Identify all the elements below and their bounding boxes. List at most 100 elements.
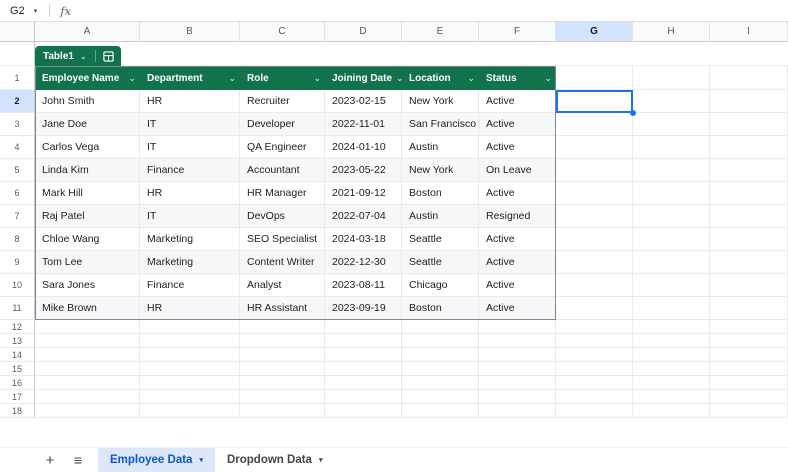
- cell-E6[interactable]: Boston: [402, 182, 479, 205]
- cell-I15[interactable]: [710, 362, 788, 376]
- cell-B3[interactable]: IT: [140, 113, 240, 136]
- cell-A11[interactable]: Mike Brown: [35, 297, 140, 320]
- cell-B7[interactable]: IT: [140, 205, 240, 228]
- cell-F2[interactable]: Active: [479, 90, 556, 113]
- cell-A17[interactable]: [35, 390, 140, 404]
- cell-B5[interactable]: Finance: [140, 159, 240, 182]
- cell-H10[interactable]: [633, 274, 710, 297]
- cell-H8[interactable]: [633, 228, 710, 251]
- cell-E18[interactable]: [402, 404, 479, 418]
- cell-E7[interactable]: Austin: [402, 205, 479, 228]
- sheet-tab-employee-data[interactable]: Employee Data ▾: [98, 447, 215, 472]
- row-header-13[interactable]: 13: [0, 334, 35, 348]
- cell-G3[interactable]: [556, 113, 633, 136]
- cell-B14[interactable]: [140, 348, 240, 362]
- row-header-18[interactable]: 18: [0, 404, 35, 418]
- row-header-11[interactable]: 11: [0, 297, 35, 320]
- column-header-C[interactable]: C: [240, 22, 325, 41]
- cell-D14[interactable]: [325, 348, 402, 362]
- cell-B10[interactable]: Finance: [140, 274, 240, 297]
- row-header-16[interactable]: 16: [0, 376, 35, 390]
- cell-C3[interactable]: Developer: [240, 113, 325, 136]
- row-header-15[interactable]: 15: [0, 362, 35, 376]
- cell-G4[interactable]: [556, 136, 633, 159]
- cell-I8[interactable]: [710, 228, 788, 251]
- cell-A12[interactable]: [35, 320, 140, 334]
- cell-D5[interactable]: 2023-05-22: [325, 159, 402, 182]
- chevron-down-icon[interactable]: ⌄: [228, 73, 236, 84]
- cell-C13[interactable]: [240, 334, 325, 348]
- column-header-F[interactable]: F: [479, 22, 556, 41]
- cell-G5[interactable]: [556, 159, 633, 182]
- cell-F7[interactable]: Resigned: [479, 205, 556, 228]
- cell-H12[interactable]: [633, 320, 710, 334]
- cell-A8[interactable]: Chloe Wang: [35, 228, 140, 251]
- select-all-corner[interactable]: [0, 22, 35, 41]
- cell-D15[interactable]: [325, 362, 402, 376]
- cell-G1[interactable]: [556, 66, 633, 90]
- cell-F18[interactable]: [479, 404, 556, 418]
- cell-H1[interactable]: [633, 66, 710, 90]
- formula-input[interactable]: [71, 0, 788, 21]
- cell-F11[interactable]: Active: [479, 297, 556, 320]
- cell-F4[interactable]: Active: [479, 136, 556, 159]
- cell-E14[interactable]: [402, 348, 479, 362]
- cell-G8[interactable]: [556, 228, 633, 251]
- cell-F10[interactable]: Active: [479, 274, 556, 297]
- cell-B13[interactable]: [140, 334, 240, 348]
- cell-F13[interactable]: [479, 334, 556, 348]
- cell-E11[interactable]: Boston: [402, 297, 479, 320]
- cell-B18[interactable]: [140, 404, 240, 418]
- cell-E9[interactable]: Seattle: [402, 251, 479, 274]
- cell-C8[interactable]: SEO Specialist: [240, 228, 325, 251]
- cell-E17[interactable]: [402, 390, 479, 404]
- cell-B1[interactable]: Department ⌄: [140, 66, 240, 90]
- cell-D2[interactable]: 2023-02-15: [325, 90, 402, 113]
- cell-D6[interactable]: 2021-09-12: [325, 182, 402, 205]
- chevron-down-icon[interactable]: ⌄: [128, 73, 136, 84]
- cell-F5[interactable]: On Leave: [479, 159, 556, 182]
- cell-E8[interactable]: Seattle: [402, 228, 479, 251]
- cell-B15[interactable]: [140, 362, 240, 376]
- table-name-chip[interactable]: Table1 ⌄: [35, 46, 121, 66]
- cell-A7[interactable]: Raj Patel: [35, 205, 140, 228]
- cell-B6[interactable]: HR: [140, 182, 240, 205]
- column-header-B[interactable]: B: [140, 22, 240, 41]
- cell-H18[interactable]: [633, 404, 710, 418]
- cell-C7[interactable]: DevOps: [240, 205, 325, 228]
- cell-D3[interactable]: 2022-11-01: [325, 113, 402, 136]
- row-header-7[interactable]: 7: [0, 205, 35, 228]
- cell-D10[interactable]: 2023-08-11: [325, 274, 402, 297]
- cell-C5[interactable]: Accountant: [240, 159, 325, 182]
- column-header-A[interactable]: A: [35, 22, 140, 41]
- row-header-8[interactable]: 8: [0, 228, 35, 251]
- cell-H9[interactable]: [633, 251, 710, 274]
- cell-I14[interactable]: [710, 348, 788, 362]
- cell-C15[interactable]: [240, 362, 325, 376]
- cell-G6[interactable]: [556, 182, 633, 205]
- row-header-12[interactable]: 12: [0, 320, 35, 334]
- cell-D4[interactable]: 2024-01-10: [325, 136, 402, 159]
- cell-I12[interactable]: [710, 320, 788, 334]
- cell-A15[interactable]: [35, 362, 140, 376]
- cell-I13[interactable]: [710, 334, 788, 348]
- cell-I4[interactable]: [710, 136, 788, 159]
- cell-D16[interactable]: [325, 376, 402, 390]
- row-header-1[interactable]: 1: [0, 66, 35, 90]
- cell-H11[interactable]: [633, 297, 710, 320]
- cell-H6[interactable]: [633, 182, 710, 205]
- cell-F14[interactable]: [479, 348, 556, 362]
- cell-C1[interactable]: Role ⌄: [240, 66, 325, 90]
- cell-I7[interactable]: [710, 205, 788, 228]
- cell-G13[interactable]: [556, 334, 633, 348]
- cell-E1[interactable]: Location ⌄: [402, 66, 479, 90]
- column-header-G[interactable]: G: [556, 22, 633, 41]
- cell-A18[interactable]: [35, 404, 140, 418]
- cell-D13[interactable]: [325, 334, 402, 348]
- cell-F8[interactable]: Active: [479, 228, 556, 251]
- column-header-H[interactable]: H: [633, 22, 710, 41]
- cell-H15[interactable]: [633, 362, 710, 376]
- row-header-17[interactable]: 17: [0, 390, 35, 404]
- cell-H2[interactable]: [633, 90, 710, 113]
- cell-G18[interactable]: [556, 404, 633, 418]
